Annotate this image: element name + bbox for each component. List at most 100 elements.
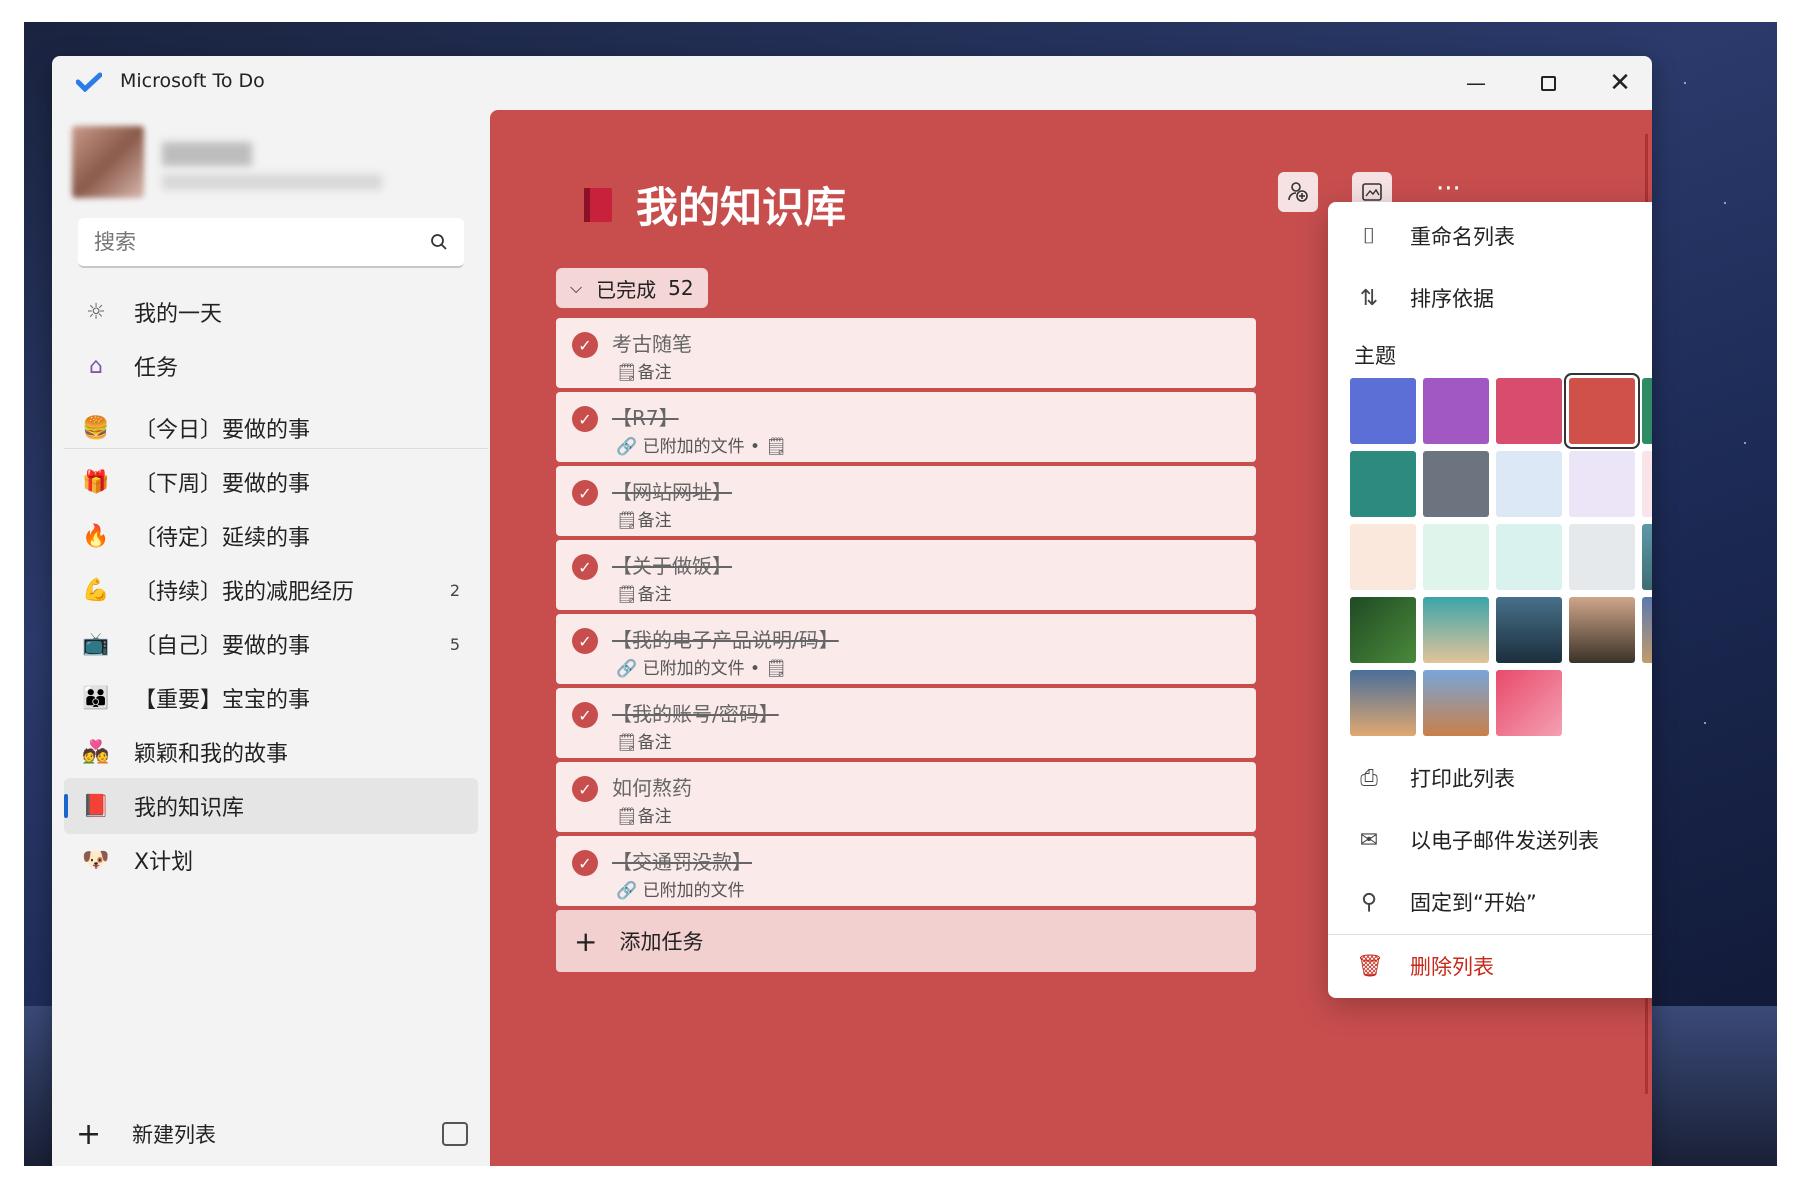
- menu-item-rename[interactable]: ⌷ 重命名列表: [1328, 206, 1652, 266]
- new-list-label: 新建列表: [132, 1123, 216, 1147]
- new-list-button[interactable]: + 新建列表: [76, 1114, 476, 1154]
- completed-toggle[interactable]: ⌵ 已完成 52: [556, 268, 708, 308]
- chevron-down-icon: ⌵: [570, 278, 583, 297]
- minimize-button[interactable]: —: [1452, 64, 1500, 102]
- theme-swatch[interactable]: [1423, 451, 1489, 517]
- star: [1744, 442, 1746, 444]
- sidebar-item-pending[interactable]: 🔥 〔待定〕延续的事: [64, 508, 478, 564]
- menu-item-delete[interactable]: 🗑 删除列表: [1328, 936, 1652, 996]
- task-title: 【我的电子产品说明/码】: [612, 628, 839, 652]
- search-box[interactable]: [78, 218, 464, 268]
- theme-swatch[interactable]: [1496, 378, 1562, 444]
- theme-swatch[interactable]: [1569, 524, 1635, 590]
- theme-swatch[interactable]: [1569, 597, 1635, 663]
- book-icon: 📕: [82, 793, 110, 819]
- sidebar-item-label: 任务: [134, 356, 179, 381]
- task-title: 【交通罚没款】: [612, 850, 752, 874]
- sidebar-item-today[interactable]: 🍔 〔今日〕要做的事: [64, 400, 478, 456]
- theme-swatch[interactable]: [1569, 451, 1635, 517]
- maximize-icon: [1540, 75, 1556, 91]
- page-title: 我的知识库: [636, 183, 847, 232]
- theme-swatch[interactable]: [1642, 597, 1652, 663]
- add-task-input[interactable]: + 添加任务: [556, 910, 1256, 972]
- task-title: 如何熬药: [612, 776, 692, 800]
- theme-swatch[interactable]: [1350, 451, 1416, 517]
- task-meta: 🗒备注: [616, 363, 672, 383]
- completed-check-icon[interactable]: ✓: [572, 776, 598, 802]
- task-meta: 🗒备注: [616, 733, 672, 753]
- sidebar-item-story[interactable]: 💑 颖颖和我的故事: [64, 724, 478, 780]
- completed-check-icon[interactable]: ✓: [572, 702, 598, 728]
- theme-swatch[interactable]: [1496, 597, 1562, 663]
- completed-check-icon[interactable]: ✓: [572, 480, 598, 506]
- menu-item-sort[interactable]: ⇅ 排序依据 ›: [1328, 268, 1652, 328]
- theme-swatch[interactable]: [1350, 378, 1416, 444]
- task-item[interactable]: ✓ 【我的账号/密码】 🗒备注: [556, 688, 1256, 758]
- menu-item-print[interactable]: ⎙ 打印此列表: [1328, 748, 1652, 808]
- task-item[interactable]: ✓ 【关于做饭】 🗒备注: [556, 540, 1256, 610]
- task-item[interactable]: ✓ 【我的电子产品说明/码】 🔗 已附加的文件 • 🗒: [556, 614, 1256, 684]
- sidebar-item-diet[interactable]: 💪 〔持续〕我的减肥经历 2: [64, 562, 478, 618]
- sidebar-item-label: 〔自己〕要做的事: [134, 634, 311, 659]
- sidebar-item-label: 我的知识库: [134, 796, 245, 821]
- task-item[interactable]: ✓ 如何熬药 🗒备注: [556, 762, 1256, 832]
- completed-label: 已完成: [596, 277, 657, 302]
- task-title: 【我的账号/密码】: [612, 702, 779, 726]
- app-window: Microsoft To Do — ✕ ☼ 我的一天 ⌂: [52, 56, 1652, 1166]
- completed-check-icon[interactable]: ✓: [572, 628, 598, 654]
- theme-swatch[interactable]: [1423, 670, 1489, 736]
- user-name: [162, 142, 252, 166]
- tv-icon: 📺: [82, 631, 110, 657]
- task-meta: 🗒备注: [616, 585, 672, 605]
- theme-heading: 主题: [1354, 344, 1396, 368]
- maximize-button[interactable]: [1524, 64, 1572, 102]
- task-item[interactable]: ✓ 【网站网址】 🗒备注: [556, 466, 1256, 536]
- sidebar-item-baby[interactable]: 👪 【重要】宝宝的事: [64, 670, 478, 726]
- task-item[interactable]: ✓ 【交通罚没款】 🔗 已附加的文件: [556, 836, 1256, 906]
- more-options-button[interactable]: ···: [1436, 174, 1461, 204]
- task-title: 考古随笔: [612, 332, 692, 356]
- completed-check-icon[interactable]: ✓: [572, 406, 598, 432]
- menu-divider: [1328, 934, 1652, 935]
- completed-check-icon[interactable]: ✓: [572, 554, 598, 580]
- menu-item-email[interactable]: ✉ 以电子邮件发送列表: [1328, 810, 1652, 870]
- search-icon[interactable]: [430, 233, 448, 251]
- theme-swatch[interactable]: [1423, 524, 1489, 590]
- star: [1704, 722, 1706, 724]
- theme-swatch[interactable]: [1642, 451, 1652, 517]
- completed-check-icon[interactable]: ✓: [572, 850, 598, 876]
- theme-swatch[interactable]: [1642, 524, 1652, 590]
- task-meta: 🔗 已附加的文件: [616, 881, 745, 901]
- task-item[interactable]: ✓ 【R7】 🔗 已附加的文件 • 🗒: [556, 392, 1256, 462]
- sidebar-item-x-plan[interactable]: 🐶 X计划: [64, 832, 478, 888]
- sidebar-item-tasks[interactable]: ⌂ 任务: [64, 338, 478, 394]
- theme-swatch[interactable]: [1496, 670, 1562, 736]
- task-item[interactable]: ✓ 考古随笔 🗒备注: [556, 318, 1256, 388]
- sidebar-item-self[interactable]: 📺 〔自己〕要做的事 5: [64, 616, 478, 672]
- sidebar-item-next-week[interactable]: 🎁 〔下周〕要做的事: [64, 454, 478, 510]
- theme-swatch[interactable]: [1423, 378, 1489, 444]
- theme-swatch[interactable]: [1423, 597, 1489, 663]
- search-input[interactable]: [94, 230, 394, 254]
- sidebar-item-my-day[interactable]: ☼ 我的一天: [64, 284, 478, 340]
- theme-swatch[interactable]: [1496, 524, 1562, 590]
- sidebar-item-label: 颖颖和我的故事: [134, 742, 289, 767]
- share-button[interactable]: [1278, 172, 1318, 212]
- theme-swatch[interactable]: [1642, 378, 1652, 444]
- theme-swatch[interactable]: [1350, 524, 1416, 590]
- theme-swatch[interactable]: [1350, 670, 1416, 736]
- pin-icon: ⚲: [1360, 889, 1378, 915]
- burger-icon: 🍔: [82, 415, 110, 441]
- fire-icon: 🔥: [82, 523, 110, 549]
- theme-swatch[interactable]: [1566, 375, 1638, 447]
- completed-check-icon[interactable]: ✓: [572, 332, 598, 358]
- menu-item-pin[interactable]: ⚲ 固定到“开始”: [1328, 872, 1652, 932]
- close-button[interactable]: ✕: [1596, 64, 1644, 102]
- book-icon: [584, 188, 612, 222]
- avatar[interactable]: [72, 126, 144, 198]
- sidebar-item-knowledge-base[interactable]: 📕 我的知识库: [64, 778, 478, 834]
- theme-swatch[interactable]: [1350, 597, 1416, 663]
- theme-swatch[interactable]: [1496, 451, 1562, 517]
- new-group-icon[interactable]: [442, 1122, 468, 1146]
- plus-icon: +: [76, 1116, 102, 1152]
